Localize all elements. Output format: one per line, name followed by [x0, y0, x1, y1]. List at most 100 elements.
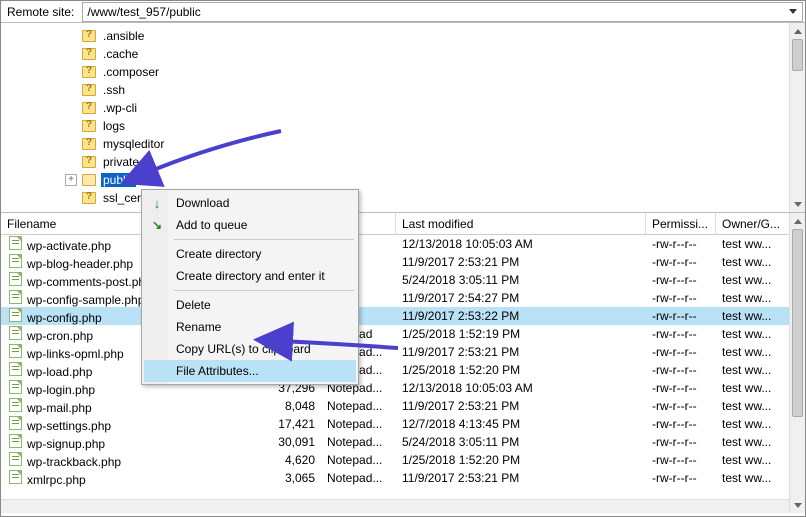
menu-label: Create directory [176, 247, 261, 261]
file-row[interactable]: wp-login.php37,296Notepad...12/13/2018 1… [1, 379, 805, 397]
cell-modified: 11/9/2017 2:53:21 PM [396, 399, 646, 413]
menu-copy-url[interactable]: Copy URL(s) to clipboard [144, 338, 356, 360]
file-hscrollbar[interactable] [1, 499, 789, 513]
file-row[interactable]: wp-settings.php17,421Notepad...12/7/2018… [1, 415, 805, 433]
php-file-icon [7, 469, 23, 485]
cell-filename: wp-settings.php [1, 415, 256, 433]
cell-filename: wp-mail.php [1, 397, 256, 415]
col-modified[interactable]: Last modified [396, 213, 646, 234]
cell-modified: 12/13/2018 10:05:03 AM [396, 381, 646, 395]
cell-perm: -rw-r--r-- [646, 471, 716, 485]
file-row[interactable]: wp-config.phpad...11/9/2017 2:53:22 PM-r… [1, 307, 805, 325]
file-row[interactable]: wp-comments-post.phad...5/24/2018 3:05:1… [1, 271, 805, 289]
tree-toggle [65, 84, 77, 96]
tree-item-label: .wp-cli [101, 101, 139, 115]
menu-create-dir[interactable]: Create directory [144, 243, 356, 265]
file-row[interactable]: xmlrpc.php3,065Notepad...11/9/2017 2:53:… [1, 469, 805, 487]
cell-size: 17,421 [256, 417, 321, 431]
cell-owner: test ww... [716, 309, 791, 323]
file-row[interactable]: wp-cron.php3,669Notepad1/25/2018 1:52:19… [1, 325, 805, 343]
file-row[interactable]: wp-config-sample.phpad...11/9/2017 2:54:… [1, 289, 805, 307]
tree-scrollbar[interactable] [789, 23, 805, 212]
col-owner[interactable]: Owner/G... [716, 213, 791, 234]
cell-size: 8,048 [256, 399, 321, 413]
menu-rename[interactable]: Rename [144, 316, 356, 338]
tree-toggle[interactable]: + [65, 174, 77, 186]
menu-separator [174, 239, 354, 240]
php-file-icon [7, 253, 23, 269]
arrow-down-icon[interactable] [790, 497, 805, 513]
cell-modified: 11/9/2017 2:53:21 PM [396, 255, 646, 269]
cell-perm: -rw-r--r-- [646, 435, 716, 449]
cell-modified: 5/24/2018 3:05:11 PM [396, 273, 646, 287]
file-row[interactable]: wp-activate.phpad...12/13/2018 10:05:03 … [1, 235, 805, 253]
chevron-down-icon[interactable] [786, 5, 800, 19]
php-file-icon [7, 451, 23, 467]
cell-filename: xmlrpc.php [1, 469, 256, 487]
menu-label: File Attributes... [176, 364, 259, 378]
file-list-pane: Filename pe Last modified Permissi... Ow… [1, 213, 805, 513]
arrow-up-icon[interactable] [790, 213, 805, 229]
cell-perm: -rw-r--r-- [646, 237, 716, 251]
tree-item[interactable]: mysqleditor [65, 135, 805, 153]
file-row[interactable]: wp-load.php3,306Notepad...1/25/2018 1:52… [1, 361, 805, 379]
add-queue-icon [149, 217, 165, 233]
cell-modified: 12/7/2018 4:13:45 PM [396, 417, 646, 431]
folder-unknown-icon [81, 136, 97, 152]
file-rows[interactable]: wp-activate.phpad...12/13/2018 10:05:03 … [1, 235, 805, 487]
remote-path-value: /www/test_957/public [87, 5, 200, 19]
scroll-thumb[interactable] [792, 229, 803, 417]
cell-modified: 11/9/2017 2:54:27 PM [396, 291, 646, 305]
tree-toggle [65, 156, 77, 168]
menu-create-enter[interactable]: Create directory and enter it [144, 265, 356, 287]
col-perm[interactable]: Permissi... [646, 213, 716, 234]
php-file-icon [7, 433, 23, 449]
cell-type: Notepad... [321, 453, 396, 467]
cell-perm: -rw-r--r-- [646, 453, 716, 467]
file-scrollbar[interactable] [789, 213, 805, 513]
tree-item[interactable]: .ssh [65, 81, 805, 99]
remote-tree[interactable]: .ansible .cache.composer .ssh .wp-cli logsmy… [1, 23, 805, 211]
cell-perm: -rw-r--r-- [646, 381, 716, 395]
cell-perm: -rw-r--r-- [646, 417, 716, 431]
scroll-thumb[interactable] [792, 39, 803, 71]
tree-item[interactable]: logs [65, 117, 805, 135]
menu-file-attributes[interactable]: File Attributes... [144, 360, 356, 382]
menu-delete[interactable]: Delete [144, 294, 356, 316]
menu-download[interactable]: Download [144, 192, 356, 214]
column-headers[interactable]: Filename pe Last modified Permissi... Ow… [1, 213, 805, 235]
tree-item[interactable]: .composer [65, 63, 805, 81]
php-file-icon [7, 415, 23, 431]
php-file-icon [7, 397, 23, 413]
tree-item[interactable]: .cache [65, 45, 805, 63]
php-file-icon [7, 271, 23, 287]
folder-unknown-icon [81, 190, 97, 206]
tree-item[interactable]: +public [65, 171, 805, 189]
php-file-icon [7, 325, 23, 341]
php-file-icon [7, 307, 23, 323]
arrow-up-icon[interactable] [790, 23, 805, 39]
tree-item[interactable]: private [65, 153, 805, 171]
file-row[interactable]: wp-links-opml.php2,422Notepad...11/9/201… [1, 343, 805, 361]
tree-item-label: .ssh [101, 83, 127, 97]
tree-item-label: .ansible [101, 29, 146, 43]
context-menu[interactable]: Download Add to queue Create directory C… [141, 189, 359, 385]
remote-path-bar: Remote site: /www/test_957/public [1, 1, 805, 23]
tree-item[interactable]: .wp-cli [65, 99, 805, 117]
file-row[interactable]: wp-blog-header.phpad...11/9/2017 2:53:21… [1, 253, 805, 271]
file-row[interactable]: wp-mail.php8,048Notepad...11/9/2017 2:53… [1, 397, 805, 415]
remote-path-input[interactable]: /www/test_957/public [82, 2, 803, 22]
cell-owner: test ww... [716, 435, 791, 449]
cell-owner: test ww... [716, 453, 791, 467]
download-icon [149, 195, 165, 211]
arrow-down-icon[interactable] [790, 196, 805, 212]
cell-owner: test ww... [716, 327, 791, 341]
tree-item[interactable]: .ansible [65, 27, 805, 45]
file-row[interactable]: wp-signup.php30,091Notepad...5/24/2018 3… [1, 433, 805, 451]
file-row[interactable]: wp-trackback.php4,620Notepad...1/25/2018… [1, 451, 805, 469]
menu-label: Create directory and enter it [176, 269, 325, 283]
cell-filename: wp-trackback.php [1, 451, 256, 469]
folder-unknown-icon [81, 64, 97, 80]
menu-add-queue[interactable]: Add to queue [144, 214, 356, 236]
cell-owner: test ww... [716, 399, 791, 413]
